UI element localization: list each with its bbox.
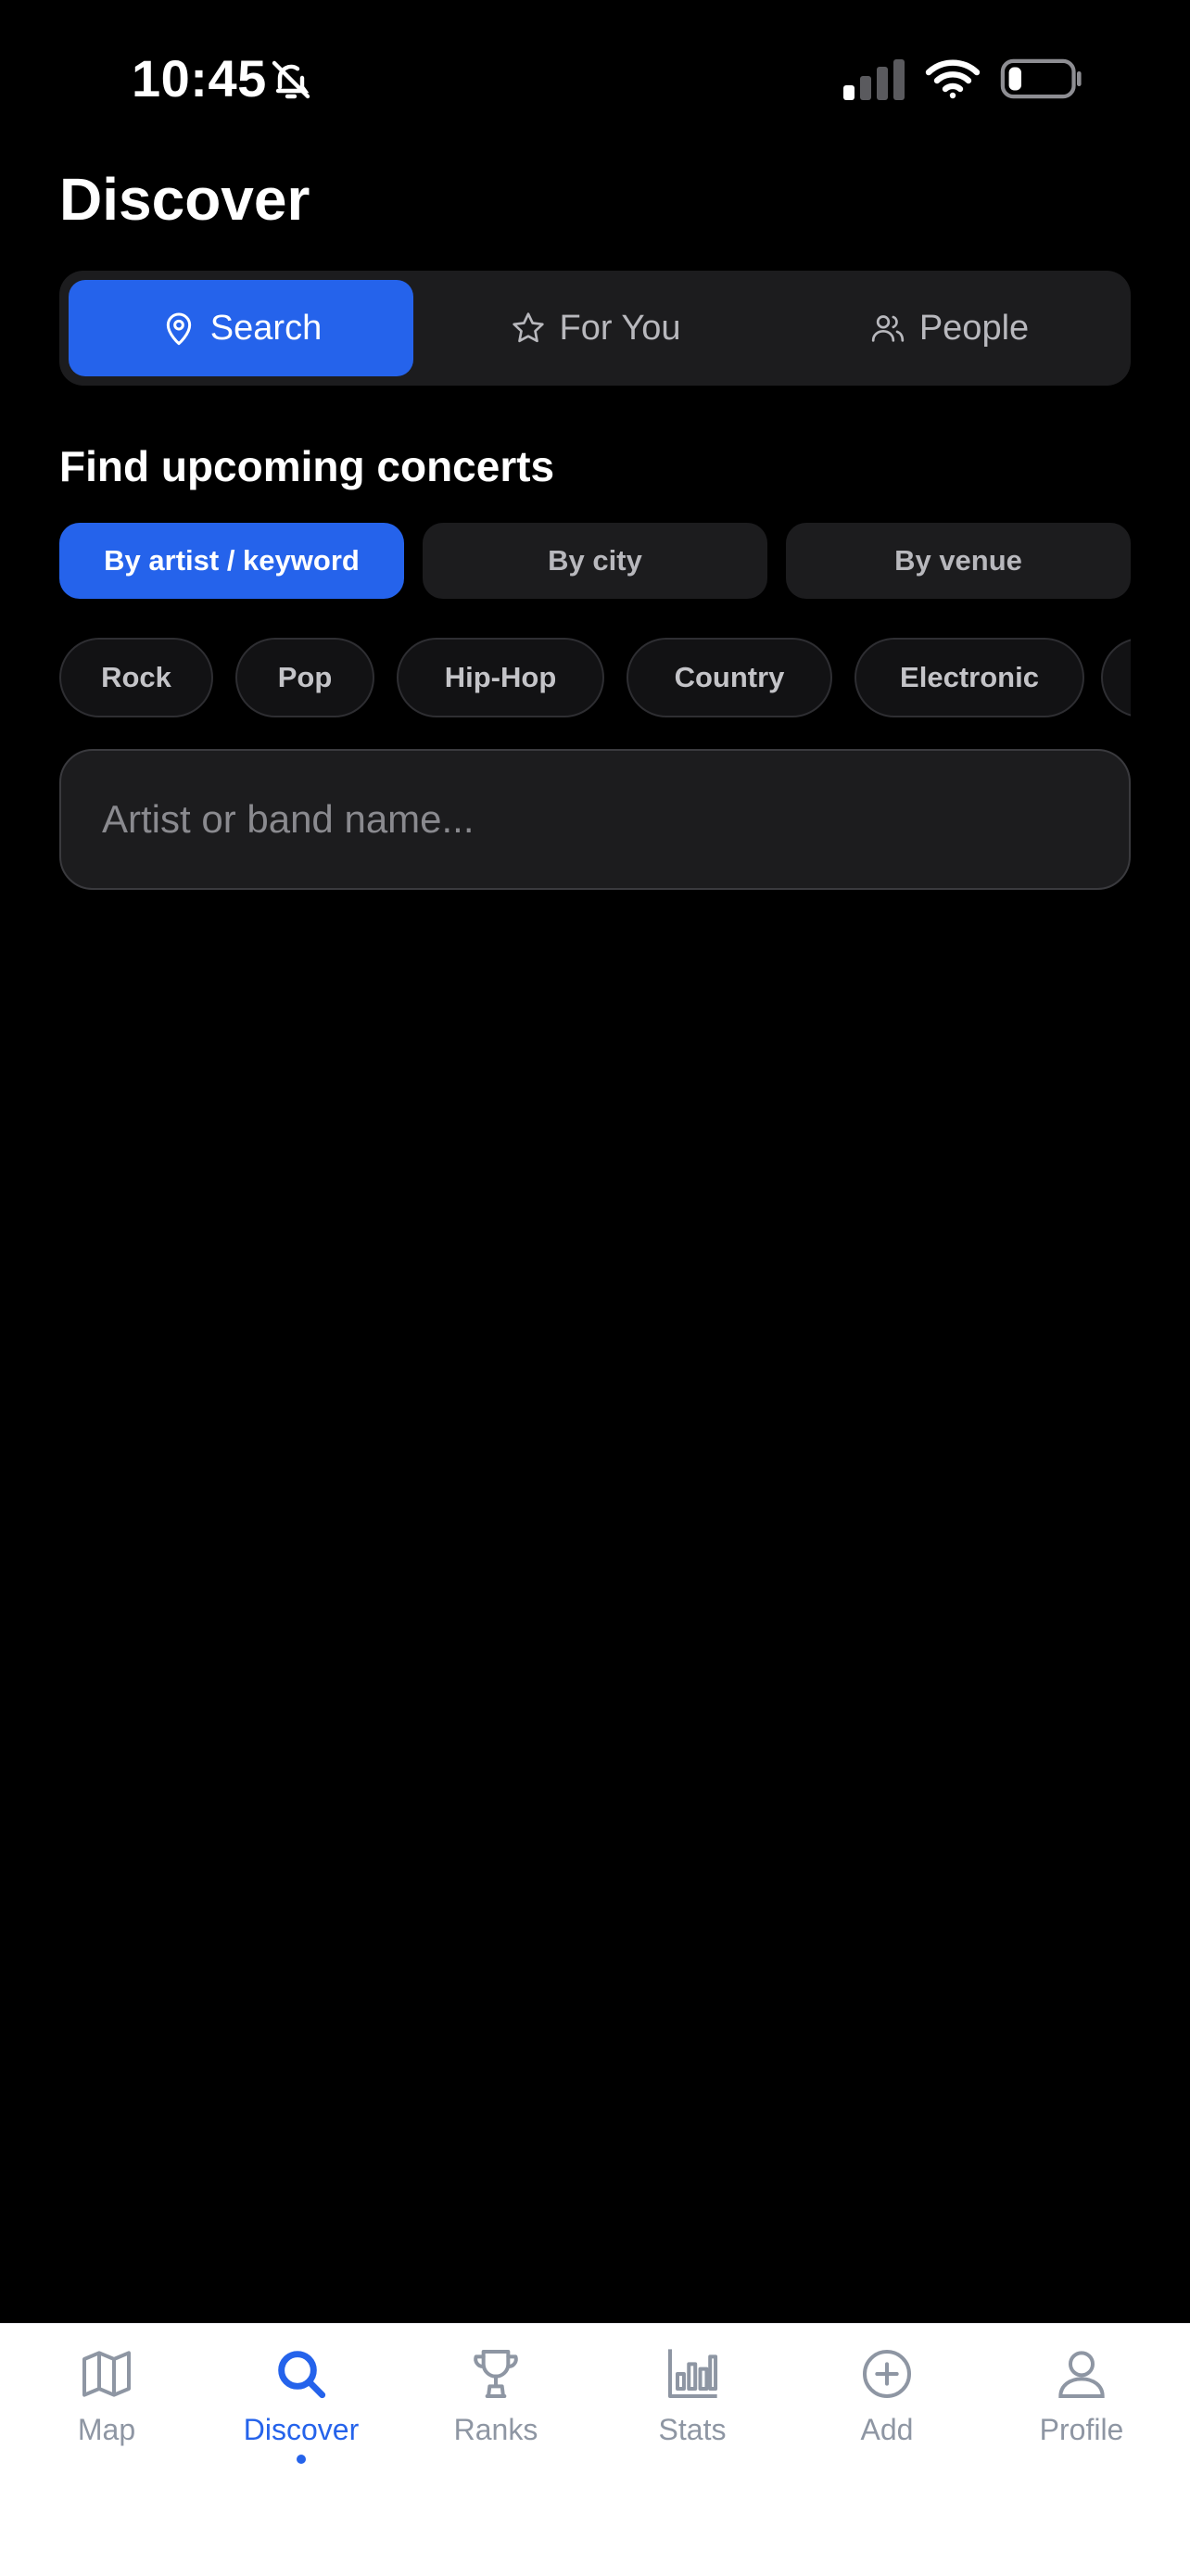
tab-discover[interactable]: Discover (202, 2344, 400, 2483)
active-tab-indicator (297, 2455, 306, 2464)
tab-for-you-label: For You (559, 308, 681, 348)
tab-stats-label: Stats (658, 2413, 727, 2446)
genre-chip-rock[interactable]: Rock (59, 638, 213, 717)
tab-add-label: Add (860, 2413, 914, 2446)
tab-ranks-label: Ranks (453, 2413, 538, 2446)
genre-chip-hip-hop[interactable]: Hip-Hop (397, 638, 604, 717)
genre-chip-electronic[interactable]: Electronic (855, 638, 1084, 717)
tab-for-you[interactable]: For You (423, 280, 767, 376)
mode-artist-keyword-button[interactable]: By artist / keyword (59, 523, 404, 599)
star-icon (512, 312, 544, 343)
people-icon (871, 315, 904, 342)
tab-search[interactable]: Search (69, 280, 413, 376)
plus-circle-icon (863, 2350, 911, 2398)
discover-segmented-control: Search For You People (59, 271, 1131, 386)
battery-icon (1000, 58, 1082, 99)
tab-stats[interactable]: Stats (593, 2344, 791, 2483)
trophy-icon (474, 2350, 518, 2398)
tab-profile-label: Profile (1039, 2413, 1124, 2446)
status-time: 10:45 (132, 49, 267, 108)
tab-map-label: Map (77, 2413, 136, 2446)
genre-chip-row[interactable]: Rock Pop Hip-Hop Country Electronic (59, 638, 1131, 721)
person-icon (1058, 2351, 1105, 2398)
tab-ranks[interactable]: Ranks (397, 2344, 595, 2483)
cellular-signal-icon (843, 59, 905, 100)
map-icon (82, 2351, 131, 2397)
tab-search-label: Search (209, 308, 323, 348)
tab-discover-label: Discover (243, 2413, 360, 2446)
wifi-icon (925, 59, 981, 99)
tab-add[interactable]: Add (788, 2344, 986, 2483)
genre-chip-pop[interactable]: Pop (235, 638, 374, 717)
tab-map[interactable]: Map (7, 2344, 206, 2483)
search-mode-group: By artist / keyword By city By venue (59, 523, 1131, 599)
tab-people-label: People (918, 308, 1030, 348)
mode-city-button[interactable]: By city (423, 523, 767, 599)
bell-muted-icon (272, 60, 310, 99)
artist-search-input[interactable] (59, 749, 1131, 890)
page-title: Discover (59, 166, 310, 233)
bar-chart-icon (668, 2349, 718, 2398)
genre-chip-partial[interactable] (1101, 638, 1131, 717)
bottom-tab-bar: Map Discover Ranks Stats Add Profile (0, 2323, 1190, 2576)
mode-venue-button[interactable]: By venue (786, 523, 1131, 599)
status-bar: 10:45 (0, 0, 1190, 158)
tab-profile[interactable]: Profile (982, 2344, 1181, 2483)
search-icon (278, 2351, 326, 2399)
section-title: Find upcoming concerts (59, 442, 555, 490)
location-pin-icon (166, 312, 191, 346)
genre-chip-country[interactable]: Country (627, 638, 832, 717)
tab-people[interactable]: People (777, 280, 1121, 376)
